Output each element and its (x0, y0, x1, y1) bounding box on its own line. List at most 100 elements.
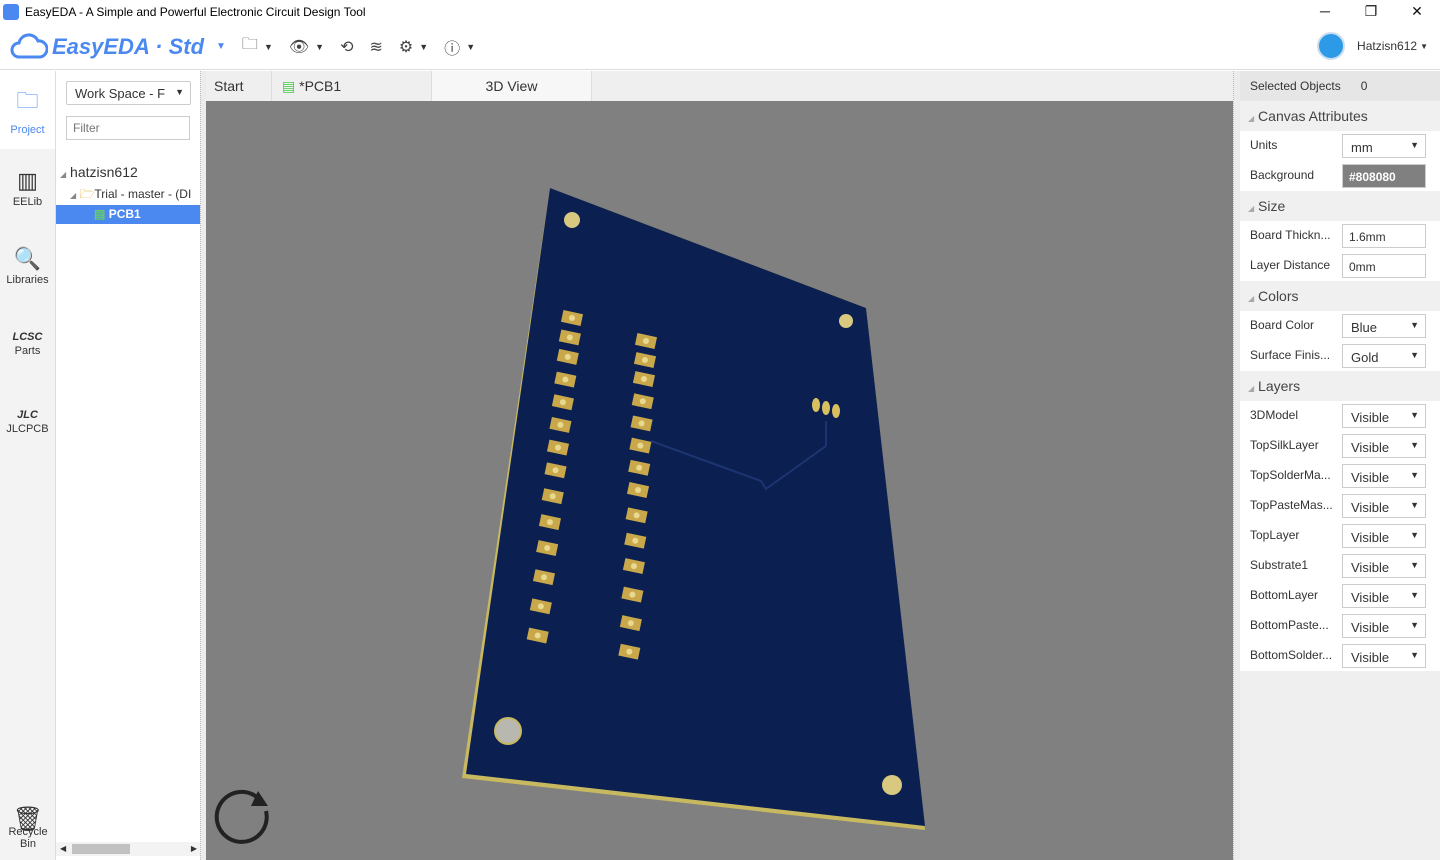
tree-user[interactable]: ◢ hatzisn612 (56, 161, 201, 183)
section-title: Canvas Attributes (1258, 108, 1368, 124)
layer-visibility-select[interactable]: Visible ▼ (1342, 494, 1426, 518)
recycle-bin[interactable]: 🗑 Recycle Bin (0, 808, 56, 851)
layer-row: TopSilkLayer Visible ▼ (1240, 431, 1440, 461)
tab-3d-view[interactable]: 3D View (432, 71, 592, 101)
layer-row: BottomSolder... Visible ▼ (1240, 641, 1440, 671)
layer-visibility-select[interactable]: Visible ▼ (1342, 464, 1426, 488)
thickness-row: Board Thickn... 1.6mm (1240, 221, 1440, 251)
collapse-icon[interactable]: ◢ (70, 191, 76, 200)
layer-row: TopPasteMas... Visible ▼ (1240, 491, 1440, 521)
tab-start[interactable]: Start (206, 71, 272, 101)
eye-icon: 👁 (288, 38, 310, 56)
scroll-right-icon[interactable]: ▶ (191, 844, 197, 853)
history-icon: ⟲ (340, 38, 354, 56)
nav-label: JLCPCB (6, 423, 49, 435)
board-thickness-input[interactable]: 1.6mm (1342, 224, 1426, 248)
section-layers[interactable]: ◢ Layers (1240, 371, 1440, 401)
background-color-input[interactable]: #808080 (1342, 164, 1426, 188)
tab-label: 3D View (485, 78, 538, 94)
layers-list: 3DModel Visible ▼ TopSilkLayer Visible ▼ TopSo… (1240, 401, 1440, 671)
view-menu[interactable]: 👁 ▼ (289, 37, 324, 57)
tree-pcb1[interactable]: ▤ PCB1 (56, 205, 201, 224)
select-value: mm (1351, 140, 1373, 155)
scroll-thumb[interactable] (72, 844, 130, 854)
workspace-select[interactable]: Work Space - F ▼ (66, 81, 191, 105)
pad-hole (637, 442, 644, 449)
layer-visibility-select[interactable]: Visible ▼ (1342, 524, 1426, 548)
layer-visibility-select[interactable]: Visible ▼ (1342, 404, 1426, 428)
nav-libraries[interactable]: 🔍 Libraries (0, 227, 55, 305)
nav-eelib[interactable]: ▥ EELib (0, 149, 55, 227)
nav-parts[interactable]: LCSC Parts (0, 305, 55, 383)
close-button[interactable]: ✕ (1394, 0, 1440, 24)
surface-finish-row: Surface Finis... Gold ▼ (1240, 341, 1440, 371)
tree-project[interactable]: ◢ 🗁Trial - master - (DI (56, 183, 201, 205)
surface-finish-select[interactable]: Gold ▼ (1342, 344, 1426, 368)
3d-canvas[interactable] (206, 101, 1233, 860)
collapse-icon[interactable]: ◢ (60, 170, 66, 179)
mounting-hole (564, 212, 580, 228)
chevron-down-icon: ▼ (1420, 41, 1428, 51)
user-menu[interactable]: Hatzisn612 ▼ (1317, 32, 1428, 60)
layer-visibility-select[interactable]: Visible ▼ (1342, 644, 1426, 668)
section-size[interactable]: ◢ Size (1240, 191, 1440, 221)
section-colors[interactable]: ◢ Colors (1240, 281, 1440, 311)
selected-count: 0 (1360, 79, 1368, 93)
nav-label: Parts (14, 345, 41, 357)
nav-jlcpcb[interactable]: JLC JLCPCB (0, 383, 55, 461)
recycle-label: Bin (20, 838, 36, 850)
layer-row: BottomLayer Visible ▼ (1240, 581, 1440, 611)
chevron-down-icon: ▼ (1410, 590, 1419, 600)
pad-hole (630, 563, 637, 570)
layer-name: TopSolderMa... (1250, 468, 1331, 482)
chevron-down-icon: ▼ (175, 87, 184, 97)
mounting-hole (839, 314, 853, 328)
horizontal-scrollbar[interactable]: ◀ ▶ (56, 842, 201, 856)
tab-pcb1[interactable]: ▤ *PCB1 (272, 71, 432, 101)
settings-menu[interactable]: ⚙ ▼ (399, 37, 428, 57)
tree-label: hatzisn612 (70, 164, 138, 180)
layer-visibility-select[interactable]: Visible ▼ (1342, 584, 1426, 608)
filter-input[interactable] (66, 116, 190, 140)
chevron-down-icon: ▼ (1410, 140, 1419, 150)
layer-visibility-select[interactable]: Visible ▼ (1342, 554, 1426, 578)
pad-hole (640, 376, 647, 383)
layers-button[interactable]: ≋ (370, 37, 383, 57)
restore-button[interactable]: ❐ (1348, 0, 1394, 24)
layer-visibility-select[interactable]: Visible ▼ (1342, 614, 1426, 638)
scroll-left-icon[interactable]: ◀ (60, 844, 66, 853)
pcb-icon: ▤ (282, 78, 296, 94)
tab-label: *PCB1 (299, 78, 342, 94)
layer-visibility-select[interactable]: Visible ▼ (1342, 434, 1426, 458)
pad-hole (549, 493, 556, 500)
chevron-down-icon: ▼ (1410, 560, 1419, 570)
section-title: Colors (1258, 288, 1299, 304)
nav-project[interactable]: 🗀 Project (0, 71, 55, 149)
field-label: Background (1250, 168, 1315, 182)
folder-icon: 🗀 (241, 36, 258, 53)
field-label: Units (1250, 138, 1278, 152)
app-icon (3, 4, 19, 20)
units-select[interactable]: mm ▼ (1342, 134, 1426, 158)
section-canvas-attributes[interactable]: ◢ Canvas Attributes (1240, 101, 1440, 131)
logo-dropdown-icon[interactable]: ▼ (216, 41, 226, 52)
layer-distance-input[interactable]: 0mm (1342, 254, 1426, 278)
logo-text: EasyEDA · Std (52, 33, 205, 59)
rotate-icon[interactable] (214, 789, 269, 844)
layer-row: TopSolderMa... Visible ▼ (1240, 461, 1440, 491)
easyeda-logo[interactable]: EasyEDA · Std ▼ (10, 32, 226, 61)
help-menu[interactable]: ⓘ ▼ (444, 35, 475, 59)
minimize-button[interactable]: ─ (1302, 0, 1348, 24)
layer-name: BottomLayer (1250, 588, 1319, 602)
pad-hole (546, 519, 553, 526)
file-menu[interactable]: 🗀 ▼ (242, 33, 273, 60)
board-color-select[interactable]: Blue ▼ (1342, 314, 1426, 338)
window-title: EasyEDA - A Simple and Powerful Electron… (25, 5, 366, 19)
section-title: Size (1258, 198, 1286, 214)
gear-icon: ⚙ (398, 38, 414, 56)
history-button[interactable]: ⟲ (340, 37, 353, 57)
right-splitter[interactable] (1233, 71, 1240, 860)
jlc-icon: JLC (17, 409, 38, 421)
pad-hole (555, 444, 561, 451)
collapse-icon: ◢ (1248, 114, 1255, 123)
